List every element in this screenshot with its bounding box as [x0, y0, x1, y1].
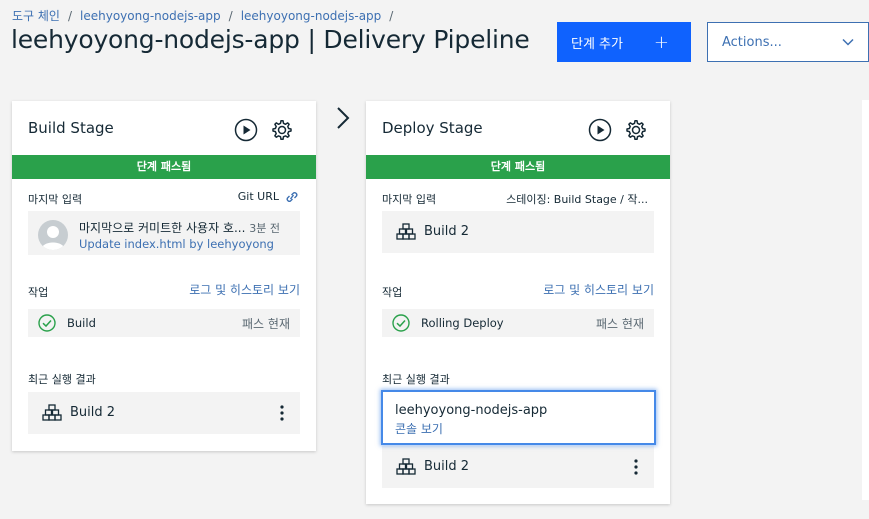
checkmark-circle-icon [38, 314, 56, 332]
job-state: 패스 현재 [596, 317, 644, 331]
last-input-label: 마지막 입력 [28, 193, 83, 206]
link-icon [286, 191, 298, 202]
plus-icon: + [653, 31, 669, 53]
gear-icon[interactable] [270, 118, 294, 142]
jobs-label: 작업 [382, 286, 403, 299]
job-row[interactable]: Rolling Deploy 패스 현재 [382, 309, 654, 337]
recent-results-label: 최근 실행 결과 [28, 373, 96, 386]
stage-status-banner: 단계 패스됨 [12, 155, 316, 179]
commit-time: 3분 전 [249, 222, 280, 235]
overflow-menu-icon[interactable] [633, 458, 639, 476]
page-title: leehyoyong-nodejs-app | Delivery Pipelin… [11, 25, 530, 54]
overflow-menu-icon[interactable] [279, 404, 285, 422]
view-logs-history-link[interactable]: 로그 및 히스토리 보기 [543, 281, 654, 298]
commit-link[interactable]: Update index.html by leehyoyong [79, 237, 274, 251]
last-input-label: 마지막 입력 [382, 193, 437, 206]
actions-dropdown-label: Actions... [722, 34, 782, 50]
breadcrumb-separator: / [389, 8, 394, 23]
commit-author: 마지막으로 커미트한 사용자 호... [79, 221, 246, 235]
recent-build-tile[interactable]: Build 2 [382, 446, 654, 488]
recent-results-label: 최근 실행 결과 [382, 373, 450, 386]
input-build-tile[interactable]: Build 2 [382, 211, 654, 253]
build-icon [396, 223, 416, 240]
recent-build-name: Build 2 [424, 459, 470, 474]
stage-header: Build Stage [12, 101, 316, 155]
app-popover: leehyoyong-nodejs-app 콘솔 보기 [381, 390, 656, 445]
play-icon[interactable] [588, 118, 612, 142]
actions-dropdown[interactable]: Actions... [707, 22, 869, 62]
input-source-link[interactable]: 스테이징: Build Stage / 작... [506, 191, 648, 207]
input-source-label: 스테이징: Build Stage / 작... [506, 193, 648, 206]
commit-message: 마지막으로 커미트한 사용자 호... 3분 전 [79, 219, 280, 236]
view-console-link[interactable]: 콘솔 보기 [395, 420, 443, 437]
job-row[interactable]: Build 패스 현재 [28, 309, 300, 337]
last-commit-tile: 마지막으로 커미트한 사용자 호... 3분 전 Update index.ht… [28, 211, 300, 255]
stage-header: Deploy Stage [366, 101, 670, 155]
popover-app-name: leehyoyong-nodejs-app [395, 403, 548, 418]
avatar [38, 220, 68, 250]
job-name: Build [67, 316, 96, 330]
git-url-label: Git URL [237, 190, 279, 203]
add-stage-label: 단계 추가 [571, 36, 623, 52]
breadcrumb: 도구 체인 / leehyoyong-nodejs-app / leehyoyo… [12, 7, 393, 24]
breadcrumb-toolchain-link[interactable]: 도구 체인 [12, 7, 60, 24]
gear-icon[interactable] [624, 118, 648, 142]
stage-title: Build Stage [28, 119, 114, 137]
build-icon [396, 458, 416, 475]
play-icon[interactable] [234, 118, 258, 142]
build-icon [42, 404, 62, 421]
jobs-label: 작업 [28, 286, 49, 299]
job-name: Rolling Deploy [421, 316, 504, 330]
git-url-link[interactable]: Git URL [238, 190, 300, 203]
chevron-right-icon [337, 107, 350, 129]
stage-title: Deploy Stage [382, 119, 483, 137]
next-stage-card-edge [862, 100, 869, 500]
breadcrumb-separator: / [228, 8, 233, 23]
add-stage-button[interactable]: 단계 추가 + [557, 22, 691, 62]
view-logs-history-link[interactable]: 로그 및 히스토리 보기 [189, 281, 300, 298]
input-build-name: Build 2 [424, 224, 470, 239]
chevron-down-icon [842, 38, 854, 46]
job-state: 패스 현재 [242, 317, 290, 331]
breadcrumb-separator: / [67, 8, 73, 23]
recent-build-tile[interactable]: Build 2 [28, 392, 300, 434]
breadcrumb-app-link-2[interactable]: leehyoyong-nodejs-app [241, 9, 382, 23]
stage-status-banner: 단계 패스됨 [366, 155, 670, 179]
breadcrumb-app-link[interactable]: leehyoyong-nodejs-app [80, 9, 221, 23]
checkmark-circle-icon [392, 314, 410, 332]
build-stage-card: Build Stage 단계 패스됨 마지막 입력 Git URL 마지막으로 … [12, 101, 316, 451]
recent-build-name: Build 2 [70, 405, 116, 420]
